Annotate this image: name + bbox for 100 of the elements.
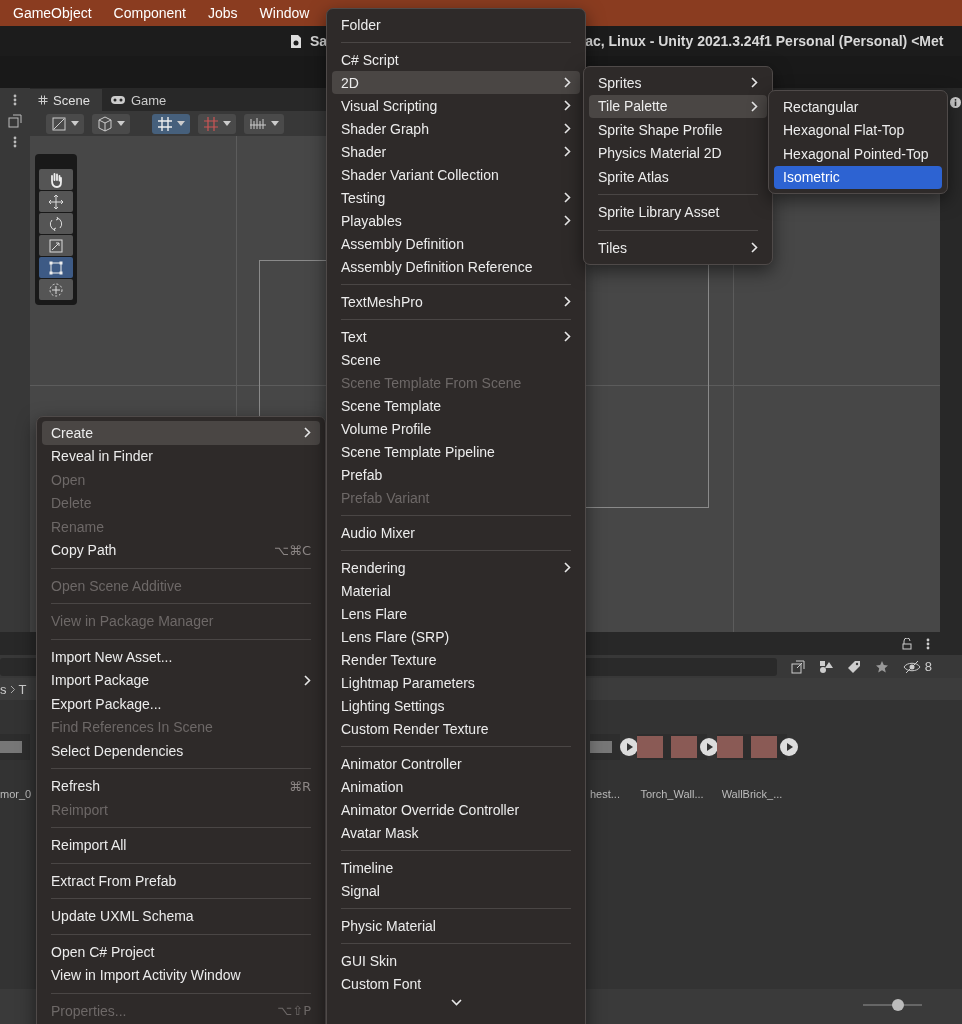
menu-item[interactable]: Physic Material — [332, 914, 580, 937]
chevron-down-icon[interactable] — [450, 999, 462, 1006]
menu-item[interactable]: Avatar Mask — [332, 821, 580, 844]
menu-item[interactable]: Signal — [332, 879, 580, 902]
asset-thumbnail[interactable] — [0, 734, 30, 760]
dropdown-button[interactable] — [152, 113, 190, 134]
menu-bar-item[interactable]: Jobs — [208, 5, 238, 21]
menu-item[interactable]: Visual Scripting — [332, 94, 580, 117]
play-icon[interactable] — [620, 738, 638, 756]
play-icon[interactable] — [700, 738, 718, 756]
menu-item[interactable]: Reveal in Finder — [42, 444, 320, 468]
menu-item[interactable]: Scene — [332, 348, 580, 371]
slider-thumb[interactable] — [892, 999, 905, 1011]
asset-name[interactable]: hest... — [590, 788, 620, 800]
menu-item[interactable]: Testing — [332, 186, 580, 209]
menu-item[interactable]: Folder — [332, 13, 580, 36]
menu-item[interactable]: Sprites — [589, 71, 767, 95]
menu-bar-item[interactable]: Window — [259, 5, 310, 21]
tool-button[interactable] — [39, 279, 73, 300]
menu-item[interactable]: Material — [332, 579, 580, 602]
dropdown-button[interactable] — [198, 113, 236, 134]
menu-item[interactable]: 2D — [332, 71, 580, 94]
tool-button[interactable] — [39, 257, 73, 278]
tool-button[interactable] — [39, 235, 73, 256]
menu-item[interactable]: Scene Template Pipeline — [332, 440, 580, 463]
tool-button[interactable] — [39, 169, 73, 190]
menu-bar-item[interactable]: GameObject — [13, 5, 92, 21]
menu-item[interactable]: Tiles — [589, 236, 767, 260]
asset-thumbnail[interactable] — [717, 734, 787, 760]
menu-item[interactable]: Update UXML Schema — [42, 904, 320, 928]
menu-item[interactable]: Audio Mixer — [332, 521, 580, 544]
menu-item[interactable]: Physics Material 2D — [589, 141, 767, 165]
window-icon[interactable] — [790, 659, 805, 674]
shapes-icon[interactable] — [818, 659, 833, 674]
dropdown-button[interactable] — [46, 113, 84, 134]
kebab-icon[interactable] — [13, 136, 17, 148]
window-icon[interactable] — [8, 114, 22, 128]
asset-name[interactable]: Torch_Wall... — [640, 788, 704, 800]
zoom-slider[interactable] — [863, 999, 922, 1011]
menu-item[interactable]: Lens Flare (SRP) — [332, 625, 580, 648]
tool-button[interactable] — [39, 191, 73, 212]
menu-item[interactable]: Animation — [332, 775, 580, 798]
menu-item[interactable]: Hexagonal Pointed-Top — [774, 142, 942, 166]
menu-item[interactable]: Shader — [332, 140, 580, 163]
asset-name[interactable]: WallBrick_... — [721, 788, 783, 800]
menu-item[interactable]: Lighting Settings — [332, 694, 580, 717]
tool-button[interactable] — [39, 213, 73, 234]
breadcrumb-item[interactable]: T — [18, 681, 27, 697]
menu-item[interactable]: Volume Profile — [332, 417, 580, 440]
menu-item[interactable]: Text — [332, 325, 580, 348]
breadcrumb-item[interactable]: s — [0, 681, 7, 697]
play-icon[interactable] — [780, 738, 798, 756]
menu-item[interactable]: Lens Flare — [332, 602, 580, 625]
asset-name[interactable]: mor_0 — [0, 788, 32, 800]
menu-item[interactable]: Sprite Shape Profile — [589, 118, 767, 142]
info-icon[interactable] — [950, 97, 961, 108]
dropdown-button[interactable] — [244, 113, 284, 134]
menu-item[interactable]: Import Package — [42, 668, 320, 692]
menu-item[interactable]: View in Import Activity Window — [42, 963, 320, 987]
menu-item[interactable]: Assembly Definition Reference — [332, 255, 580, 278]
kebab-icon[interactable] — [13, 94, 17, 106]
menu-item[interactable]: Hexagonal Flat-Top — [774, 118, 942, 142]
lock-icon[interactable] — [902, 637, 912, 650]
menu-item[interactable]: Shader Variant Collection — [332, 163, 580, 186]
hidden-eye-icon[interactable] — [902, 659, 921, 674]
menu-item[interactable]: Tile Palette — [589, 94, 767, 118]
star-icon[interactable] — [874, 659, 889, 674]
menu-item[interactable]: Timeline — [332, 856, 580, 879]
menu-item[interactable]: Sprite Library Asset — [589, 200, 767, 224]
panel-tab[interactable]: Game — [101, 89, 179, 111]
dropdown-button[interactable] — [92, 113, 130, 134]
menu-item[interactable]: Shader Graph — [332, 117, 580, 140]
tag-icon[interactable] — [846, 659, 861, 674]
menu-item[interactable]: Import New Asset... — [42, 645, 320, 669]
menu-item[interactable]: Animator Controller — [332, 752, 580, 775]
menu-item[interactable]: GUI Skin — [332, 949, 580, 972]
asset-thumbnail[interactable] — [637, 734, 707, 760]
menu-item[interactable]: Reimport All — [42, 833, 320, 857]
asset-thumbnail[interactable] — [590, 734, 620, 760]
menu-item[interactable]: TextMeshPro — [332, 290, 580, 313]
menu-item[interactable]: Export Package... — [42, 692, 320, 716]
menu-item[interactable]: Copy Path ⌥⌘C — [42, 538, 320, 562]
menu-item[interactable]: Open C# Project — [42, 940, 320, 964]
menu-bar-item[interactable]: Component — [113, 5, 186, 21]
kebab-icon[interactable] — [926, 637, 930, 650]
menu-item[interactable]: Sprite Atlas — [589, 165, 767, 189]
menu-item[interactable]: Assembly Definition — [332, 232, 580, 255]
menu-item[interactable]: Prefab — [332, 463, 580, 486]
menu-item[interactable]: Isometric — [774, 165, 942, 189]
menu-item[interactable]: Custom Font — [332, 972, 580, 995]
menu-item[interactable]: Render Texture — [332, 648, 580, 671]
panel-tab[interactable]: Scene — [30, 89, 102, 111]
menu-item[interactable]: Lightmap Parameters — [332, 671, 580, 694]
menu-item[interactable]: Custom Render Texture — [332, 717, 580, 740]
menu-item[interactable]: Rectangular — [774, 95, 942, 119]
menu-item[interactable]: Select Dependencies — [42, 739, 320, 763]
menu-item[interactable]: Rendering — [332, 556, 580, 579]
menu-item[interactable]: C# Script — [332, 48, 580, 71]
menu-item[interactable]: Scene Template — [332, 394, 580, 417]
menu-item[interactable]: Refresh ⌘R — [42, 774, 320, 798]
